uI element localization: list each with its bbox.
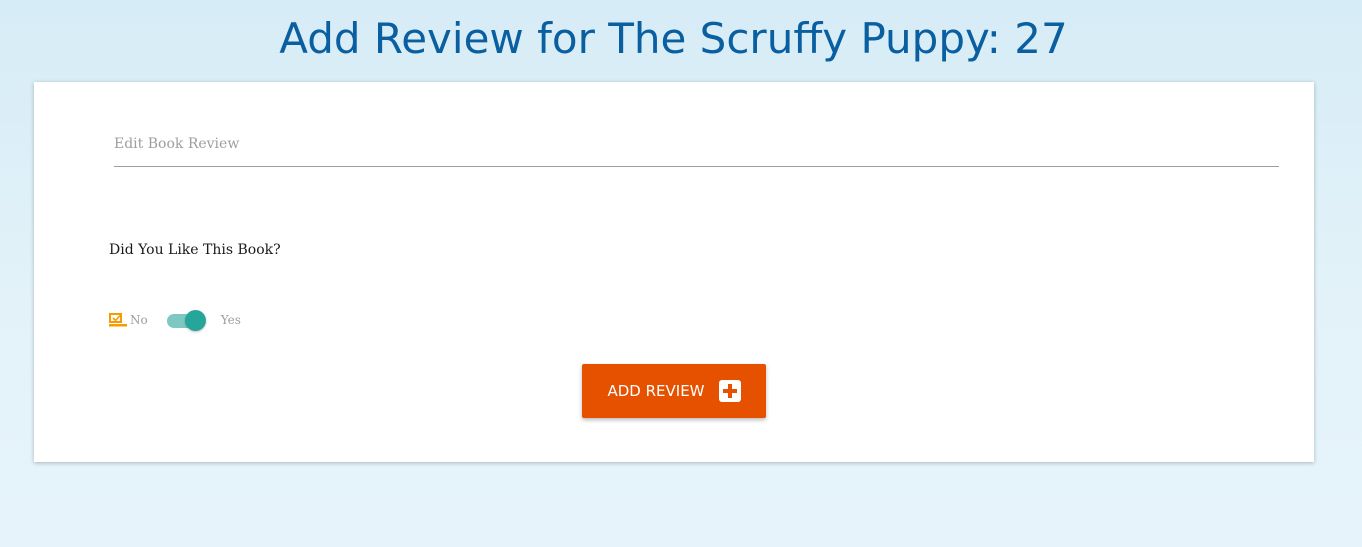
liked-toggle-row: No Yes	[109, 308, 241, 332]
plus-square-icon	[718, 380, 741, 402]
add-review-button-label: ADD REVIEW	[607, 382, 705, 400]
liked-toggle-switch[interactable]	[166, 310, 206, 331]
add-review-button[interactable]: ADD REVIEW	[582, 364, 766, 418]
page-title: Add Review for The Scruffy Puppy: 27	[279, 14, 1068, 63]
liked-question-label: Did You Like This Book?	[109, 242, 281, 258]
checkbox-check-icon	[109, 313, 127, 327]
toggle-on-label: Yes	[220, 313, 241, 327]
toggle-off-label: No	[130, 313, 148, 327]
review-text-input[interactable]	[114, 122, 1279, 167]
toggle-thumb	[184, 310, 206, 331]
review-form-card: Did You Like This Book? No Yes ADD REVIE…	[34, 82, 1314, 462]
